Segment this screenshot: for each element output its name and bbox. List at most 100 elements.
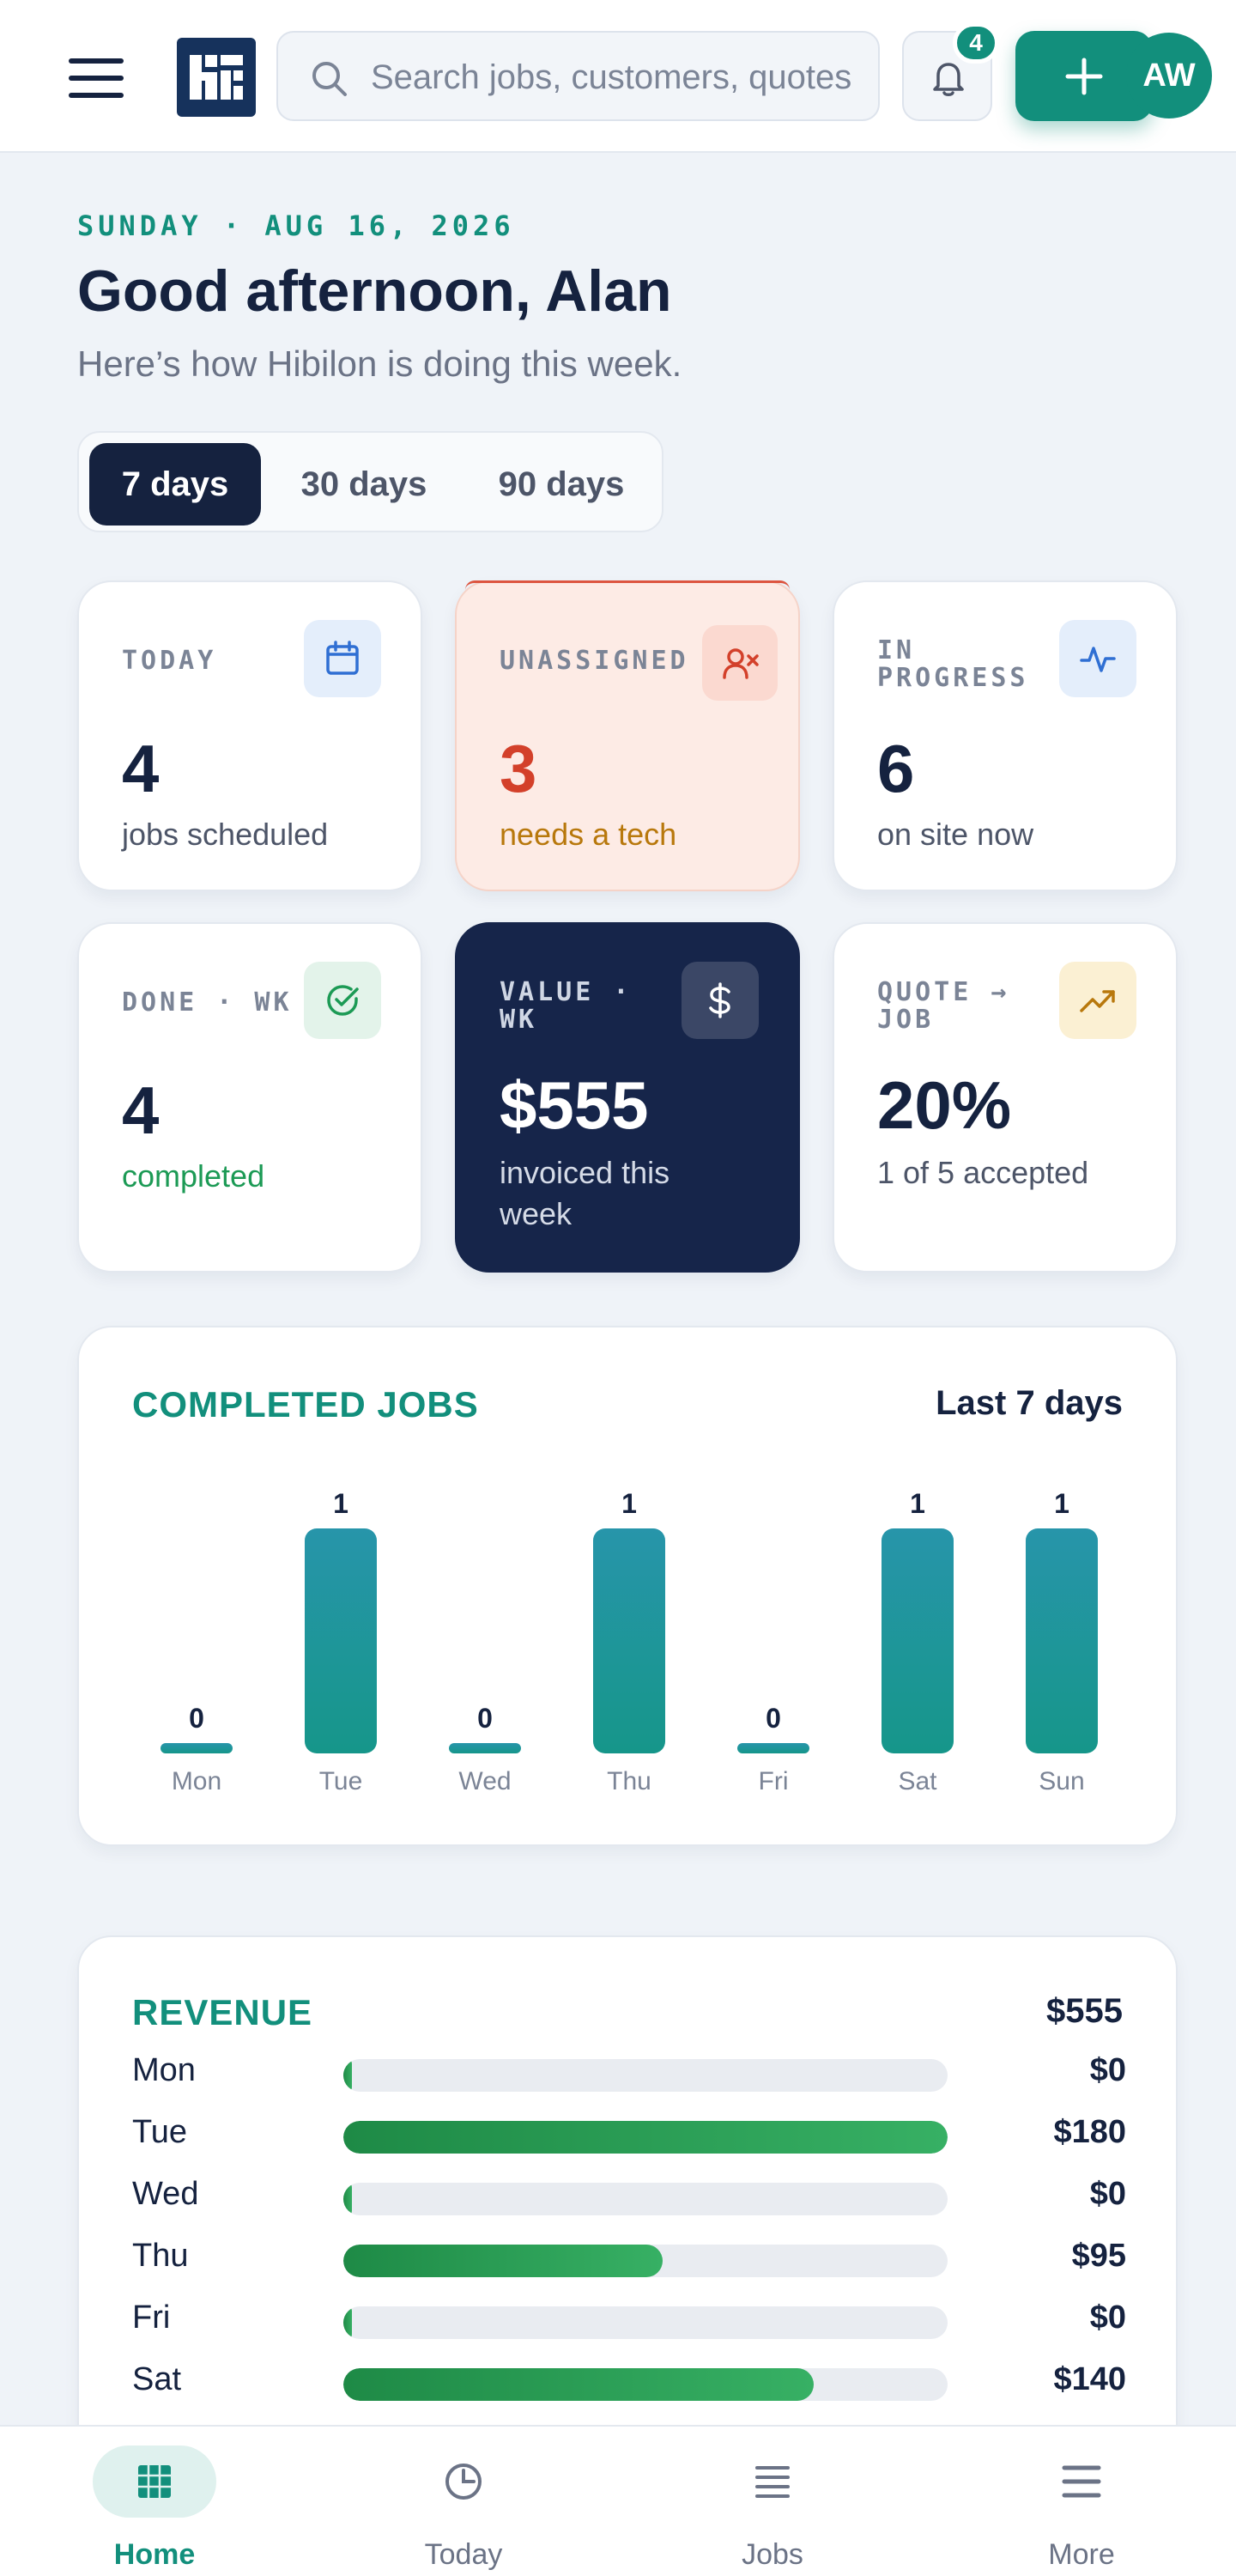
stat-label: UNASSIGNED (500, 646, 689, 676)
list-icon (711, 2445, 834, 2518)
revenue-amount: $140 (1053, 2361, 1126, 2397)
grid-icon (93, 2445, 216, 2518)
completed-jobs-chart: 0 Mon 1 Tue 0 Wed 1 Thu 0 Fri 1 Sat 1 Sun (161, 1488, 1098, 1795)
stat-label: DONE · WK (122, 987, 293, 1018)
stat-label: TODAY (122, 646, 217, 676)
range-90-days-button[interactable]: 90 days (467, 443, 656, 526)
chart-bar-sun[interactable] (1026, 1528, 1098, 1753)
chart-value-label: 1 (621, 1488, 637, 1519)
revenue-total: $555 (1046, 1992, 1123, 2030)
chart-x-tick-label: Thu (607, 1767, 651, 1795)
plus-icon (1065, 58, 1103, 95)
revenue-day-label: Wed (132, 2176, 199, 2212)
nav-label: Jobs (742, 2538, 803, 2571)
chart-bar-fri[interactable] (737, 1743, 809, 1753)
bell-icon (933, 63, 964, 96)
stat-value: $555 (500, 1067, 649, 1143)
revenue-row-sat: Sat $140 (132, 2354, 1126, 2406)
revenue-title: REVENUE (132, 1992, 313, 2032)
revenue-bar-fill (343, 2306, 352, 2339)
clock-icon (402, 2445, 525, 2518)
chart-value-label: 1 (910, 1488, 925, 1519)
revenue-day-label: Fri (132, 2300, 171, 2336)
stat-value: 4 (122, 1072, 160, 1148)
chart-x-tick-label: Wed (458, 1767, 511, 1795)
nav-label: Today (424, 2538, 503, 2571)
revenue-bar-track (343, 2059, 948, 2092)
chart-bar-sat[interactable] (882, 1528, 954, 1753)
check-circle-icon (304, 962, 381, 1039)
chart-bar-mon[interactable] (161, 1743, 233, 1753)
nav-label: Home (113, 2538, 196, 2571)
revenue-amount: $0 (1089, 2300, 1126, 2336)
search-bar[interactable] (276, 31, 880, 121)
stat-card-in-progress[interactable]: IN PROGRESS 6 on site now (833, 580, 1178, 891)
revenue-bar-track (343, 2183, 948, 2215)
revenue-row-mon: Mon $0 (132, 2045, 1126, 2097)
revenue-bar-fill (343, 2368, 814, 2401)
revenue-row-tue: Tue $180 (132, 2107, 1126, 2159)
date-range-toggle: 7 days 30 days 90 days (77, 431, 663, 532)
stat-label: IN PROGRESS (877, 635, 1029, 693)
revenue-bar-track (343, 2121, 948, 2154)
chart-x-tick-label: Mon (172, 1767, 221, 1795)
stat-card-value-week[interactable]: VALUE · WK $555 invoiced this week (455, 922, 800, 1273)
stat-value: 3 (500, 731, 537, 806)
chart-x-tick-label: Fri (759, 1767, 789, 1795)
stat-description: completed (122, 1158, 265, 1194)
stat-label: QUOTE → JOB (877, 977, 1010, 1035)
stat-description: 1 of 5 accepted (877, 1155, 1089, 1190)
chart-value-label: 0 (477, 1703, 493, 1734)
chart-value-label: 1 (1054, 1488, 1069, 1519)
stat-value: 6 (877, 731, 915, 806)
dollar-icon (682, 962, 759, 1039)
stat-value: 4 (122, 731, 160, 806)
revenue-amount: $0 (1089, 2176, 1126, 2212)
range-7-days-button[interactable]: 7 days (89, 443, 261, 526)
calendar-icon (304, 620, 381, 697)
revenue-row-fri: Fri $0 (132, 2293, 1126, 2344)
page-title: Good afternoon, Alan (77, 258, 672, 324)
nav-jobs[interactable]: Jobs (618, 2427, 927, 2576)
chart-x-tick-label: Sun (1039, 1767, 1084, 1795)
revenue-bar-track (343, 2368, 948, 2401)
user-avatar[interactable]: AW (1126, 33, 1212, 118)
nav-label: More (1048, 2538, 1115, 2571)
chart-bar-tue[interactable] (305, 1528, 377, 1753)
stat-description: needs a tech (500, 817, 677, 852)
revenue-bar-track (343, 2306, 948, 2339)
menu-icon (1020, 2445, 1143, 2518)
nav-today[interactable]: Today (309, 2427, 618, 2576)
stat-description: on site now (877, 817, 1034, 852)
user-x-icon (702, 625, 778, 701)
stat-description: jobs scheduled (122, 817, 329, 852)
stat-card-unassigned[interactable]: UNASSIGNED 3 needs a tech (455, 580, 800, 891)
brand-logo[interactable] (177, 38, 256, 117)
revenue-row-thu: Thu $95 (132, 2231, 1126, 2282)
stat-card-done-week[interactable]: DONE · WK 4 completed (77, 922, 422, 1273)
date-line: SUNDAY · AUG 16, 2026 (77, 210, 515, 242)
revenue-day-label: Sat (132, 2361, 182, 2397)
top-bar: 4 AW (0, 0, 1236, 153)
revenue-amount: $180 (1053, 2114, 1126, 2150)
chart-value-label: 0 (189, 1703, 204, 1734)
bottom-navigation: Home Today Jobs More (0, 2425, 1236, 2576)
revenue-amount: $0 (1089, 2052, 1126, 2088)
activity-icon (1059, 620, 1136, 697)
search-input[interactable] (371, 52, 851, 103)
range-30-days-button[interactable]: 30 days (270, 443, 458, 526)
chart-bar-wed[interactable] (449, 1743, 521, 1753)
stat-card-quote-to-job[interactable]: QUOTE → JOB 20% 1 of 5 accepted (833, 922, 1178, 1273)
revenue-amount: $95 (1071, 2238, 1126, 2274)
notifications-count-badge: 4 (953, 22, 999, 64)
chart-bar-thu[interactable] (593, 1528, 665, 1753)
chart-x-tick-label: Sat (898, 1767, 937, 1795)
nav-more[interactable]: More (927, 2427, 1236, 2576)
hamburger-menu-icon[interactable] (64, 53, 132, 105)
search-icon (312, 62, 347, 96)
revenue-bar-fill (343, 2245, 663, 2277)
nav-home[interactable]: Home (0, 2427, 309, 2576)
revenue-day-label: Mon (132, 2052, 196, 2088)
stat-label: VALUE · WK (500, 977, 633, 1035)
stat-card-today[interactable]: TODAY 4 jobs scheduled (77, 580, 422, 891)
